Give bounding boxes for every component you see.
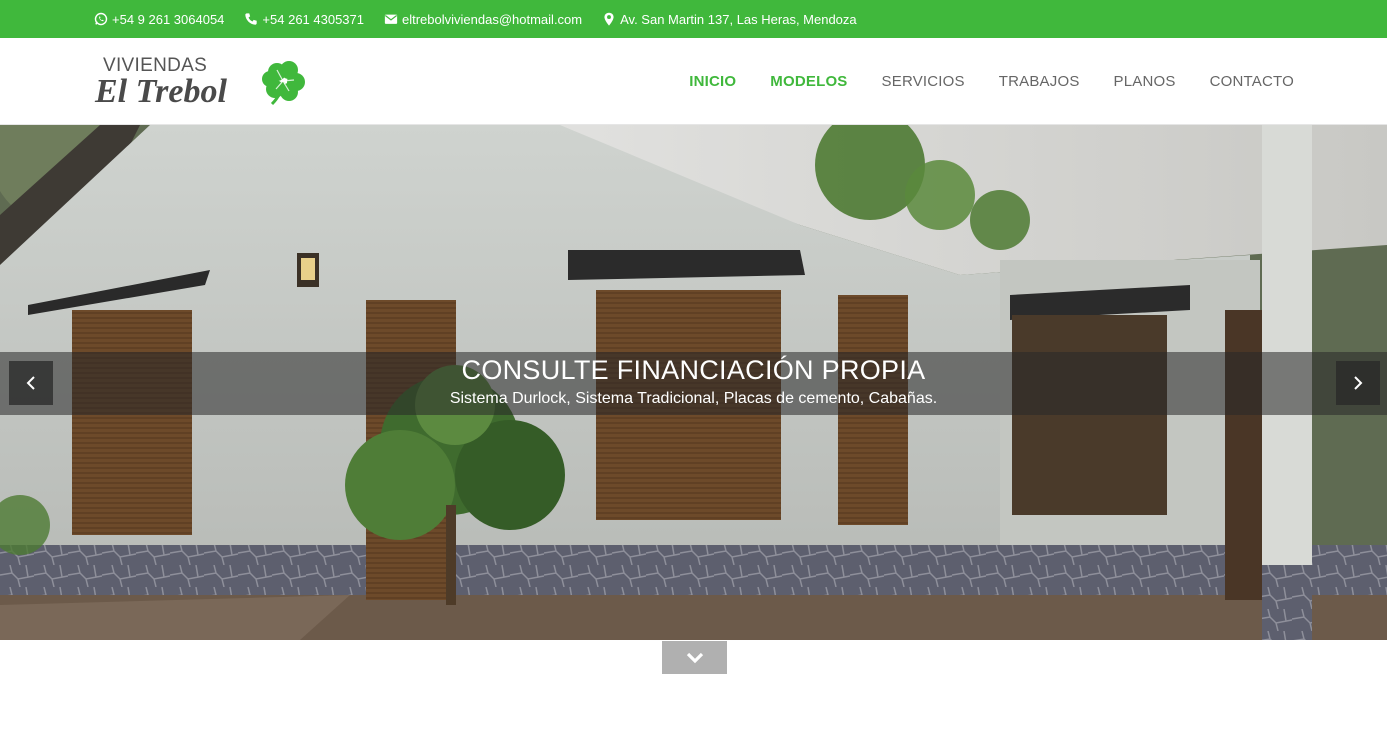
envelope-icon xyxy=(384,12,398,26)
scroll-down-button[interactable] xyxy=(662,641,727,674)
email-address: eltrebolviviendas@hotmail.com xyxy=(402,11,583,27)
nav-modelos[interactable]: MODELOS xyxy=(770,73,847,90)
map-marker-icon xyxy=(602,12,616,26)
address-contact[interactable]: Av. San Martin 137, Las Heras, Mendoza xyxy=(602,12,857,27)
whatsapp-contact[interactable]: +54 9 261 3064054 xyxy=(94,12,224,27)
chevron-left-icon xyxy=(26,376,35,390)
nav-contacto[interactable]: CONTACTO xyxy=(1210,73,1294,90)
phone-number: +54 261 4305371 xyxy=(262,11,364,27)
main-nav: INICIO MODELOS SERVICIOS TRABAJOS PLANOS… xyxy=(655,38,1294,125)
contact-bar: +54 9 261 3064054 +54 261 4305371 eltreb… xyxy=(0,0,1387,38)
nav-servicios[interactable]: SERVICIOS xyxy=(882,73,965,90)
clover-icon xyxy=(262,61,305,106)
email-contact[interactable]: eltrebolviviendas@hotmail.com xyxy=(384,12,582,27)
nav-trabajos[interactable]: TRABAJOS xyxy=(999,73,1080,90)
whatsapp-number: +54 9 261 3064054 xyxy=(112,11,225,27)
phone-contact[interactable]: +54 261 4305371 xyxy=(244,12,364,27)
address-text: Av. San Martin 137, Las Heras, Mendoza xyxy=(620,11,857,27)
whatsapp-icon xyxy=(94,12,108,26)
logo-big-text: El Trebol xyxy=(95,73,227,110)
site-header: VIVIENDAS El Trebol INICIO MODELOS SERVI… xyxy=(0,38,1387,125)
phone-icon xyxy=(244,12,258,26)
next-slide-button[interactable] xyxy=(1336,361,1380,405)
chevron-down-icon xyxy=(686,652,703,663)
hero-title: CONSULTE FINANCIACIÓN PROPIA xyxy=(461,355,926,385)
nav-planos[interactable]: PLANOS xyxy=(1114,73,1176,90)
hero-subtitle: Sistema Durlock, Sistema Tradicional, Pl… xyxy=(449,390,938,407)
chevron-right-icon xyxy=(1354,376,1363,390)
site-logo[interactable]: VIVIENDAS El Trebol xyxy=(94,52,314,114)
nav-inicio[interactable]: INICIO xyxy=(689,73,736,90)
hero-slider: CONSULTE FINANCIACIÓN PROPIA Sistema Dur… xyxy=(0,125,1387,640)
prev-slide-button[interactable] xyxy=(9,361,53,405)
